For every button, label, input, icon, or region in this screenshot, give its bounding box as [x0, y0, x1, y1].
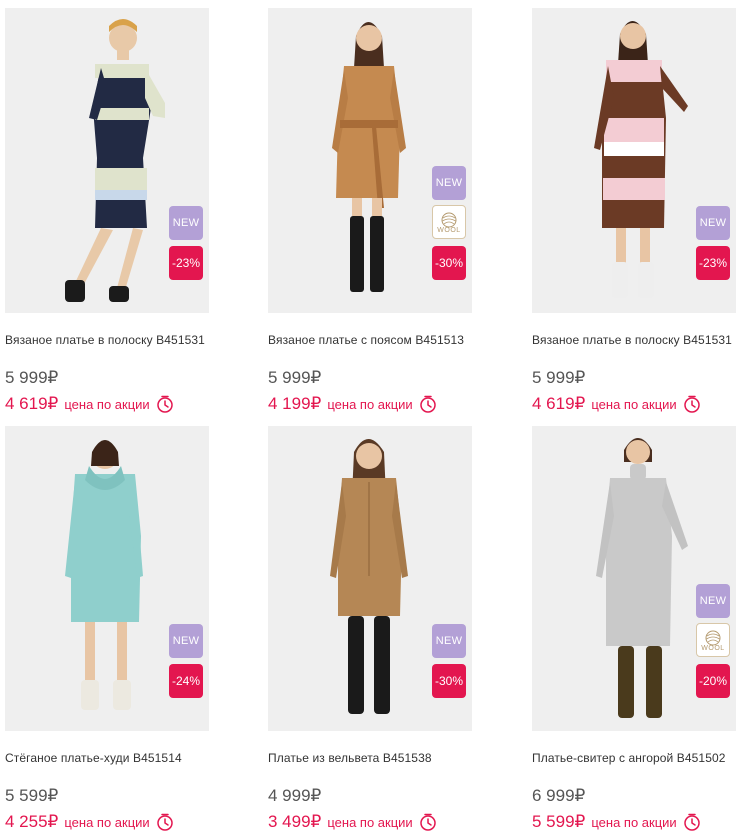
promo-price-row: 4 255₽ цена по акции: [5, 812, 174, 832]
wool-badge: WOOL: [696, 623, 730, 657]
promo-price-row: 3 499₽ цена по акции: [268, 812, 437, 832]
product-title[interactable]: Платье из вельвета B451538: [268, 751, 504, 765]
product-photo[interactable]: NEW WOOL -30%: [268, 8, 472, 313]
timer-icon[interactable]: [156, 813, 174, 831]
discount-badge: -30%: [432, 664, 466, 698]
product-photo[interactable]: NEW WOOL -20%: [532, 426, 736, 731]
discount-badge: -20%: [696, 664, 730, 698]
product-title[interactable]: Вязаное платье в полоску B451531: [5, 333, 241, 347]
new-badge: NEW: [432, 624, 466, 658]
promo-price: 4 619₽: [5, 394, 59, 413]
promo-price-row: 4 619₽ цена по акции: [532, 394, 701, 414]
old-price: 5 999₽: [532, 368, 586, 387]
new-badge: NEW: [696, 206, 730, 240]
promo-price-row: 5 599₽ цена по акции: [532, 812, 701, 832]
product-photo[interactable]: NEW -23%: [5, 8, 209, 313]
promo-label: цена по акции: [64, 396, 150, 412]
promo-price: 3 499₽: [268, 812, 322, 831]
wool-label: WOOL: [437, 226, 461, 234]
new-badge: NEW: [696, 584, 730, 618]
timer-icon[interactable]: [419, 395, 437, 413]
promo-label: цена по акции: [327, 396, 413, 412]
timer-icon[interactable]: [683, 395, 701, 413]
product-photo[interactable]: NEW -24%: [5, 426, 209, 731]
old-price: 5 599₽: [5, 786, 59, 805]
promo-label: цена по акции: [591, 814, 677, 830]
promo-price: 4 199₽: [268, 394, 322, 413]
new-badge: NEW: [169, 624, 203, 658]
promo-label: цена по акции: [591, 396, 677, 412]
old-price: 5 999₽: [5, 368, 59, 387]
promo-label: цена по акции: [327, 814, 413, 830]
timer-icon[interactable]: [156, 395, 174, 413]
discount-badge: -30%: [432, 246, 466, 280]
promo-price: 4 255₽: [5, 812, 59, 831]
product-title[interactable]: Платье-свитер с ангорой B451502: [532, 751, 747, 765]
product-title[interactable]: Вязаное платье с поясом B451513: [268, 333, 504, 347]
promo-price: 5 599₽: [532, 812, 586, 831]
product-title[interactable]: Стёганое платье-худи B451514: [5, 751, 241, 765]
promo-price-row: 4 619₽ цена по акции: [5, 394, 174, 414]
product-photo[interactable]: NEW -30%: [268, 426, 472, 731]
product-title[interactable]: Вязаное платье в полоску B451531: [532, 333, 747, 347]
old-price: 4 999₽: [268, 786, 322, 805]
product-photo[interactable]: NEW -23%: [532, 8, 736, 313]
new-badge: NEW: [432, 166, 466, 200]
discount-badge: -23%: [696, 246, 730, 280]
timer-icon[interactable]: [419, 813, 437, 831]
promo-price-row: 4 199₽ цена по акции: [268, 394, 437, 414]
discount-badge: -23%: [169, 246, 203, 280]
new-badge: NEW: [169, 206, 203, 240]
promo-price: 4 619₽: [532, 394, 586, 413]
timer-icon[interactable]: [683, 813, 701, 831]
wool-label: WOOL: [701, 644, 725, 652]
promo-label: цена по акции: [64, 814, 150, 830]
old-price: 6 999₽: [532, 786, 586, 805]
old-price: 5 999₽: [268, 368, 322, 387]
discount-badge: -24%: [169, 664, 203, 698]
wool-badge: WOOL: [432, 205, 466, 239]
